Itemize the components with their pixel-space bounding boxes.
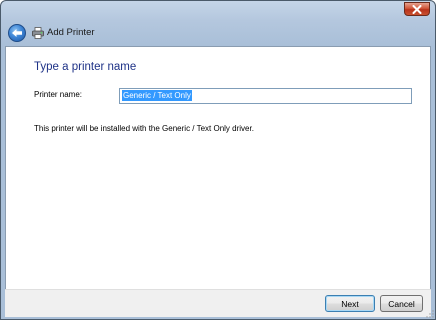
cancel-button[interactable]: Cancel [380, 295, 423, 312]
add-printer-window: Add Printer Type a printer name Printer … [0, 0, 436, 320]
close-button[interactable] [404, 2, 430, 16]
close-icon [412, 4, 422, 14]
printer-name-label: Printer name: [34, 90, 83, 99]
page-heading: Type a printer name [34, 61, 137, 73]
driver-info-text: This printer will be installed with the … [34, 124, 254, 133]
printer-name-input[interactable]: Generic / Text Only [119, 88, 412, 104]
resize-gripper-icon[interactable] [426, 310, 434, 318]
printer-name-value: Generic / Text Only [122, 90, 192, 101]
back-arrow-icon [12, 29, 22, 37]
wizard-content: Type a printer name Printer name: Generi… [5, 46, 431, 289]
window-title: Add Printer [47, 27, 95, 38]
back-button[interactable] [8, 24, 26, 42]
wizard-footer: Next Cancel [5, 289, 431, 317]
next-button[interactable]: Next [325, 295, 375, 312]
printer-icon [32, 27, 44, 39]
